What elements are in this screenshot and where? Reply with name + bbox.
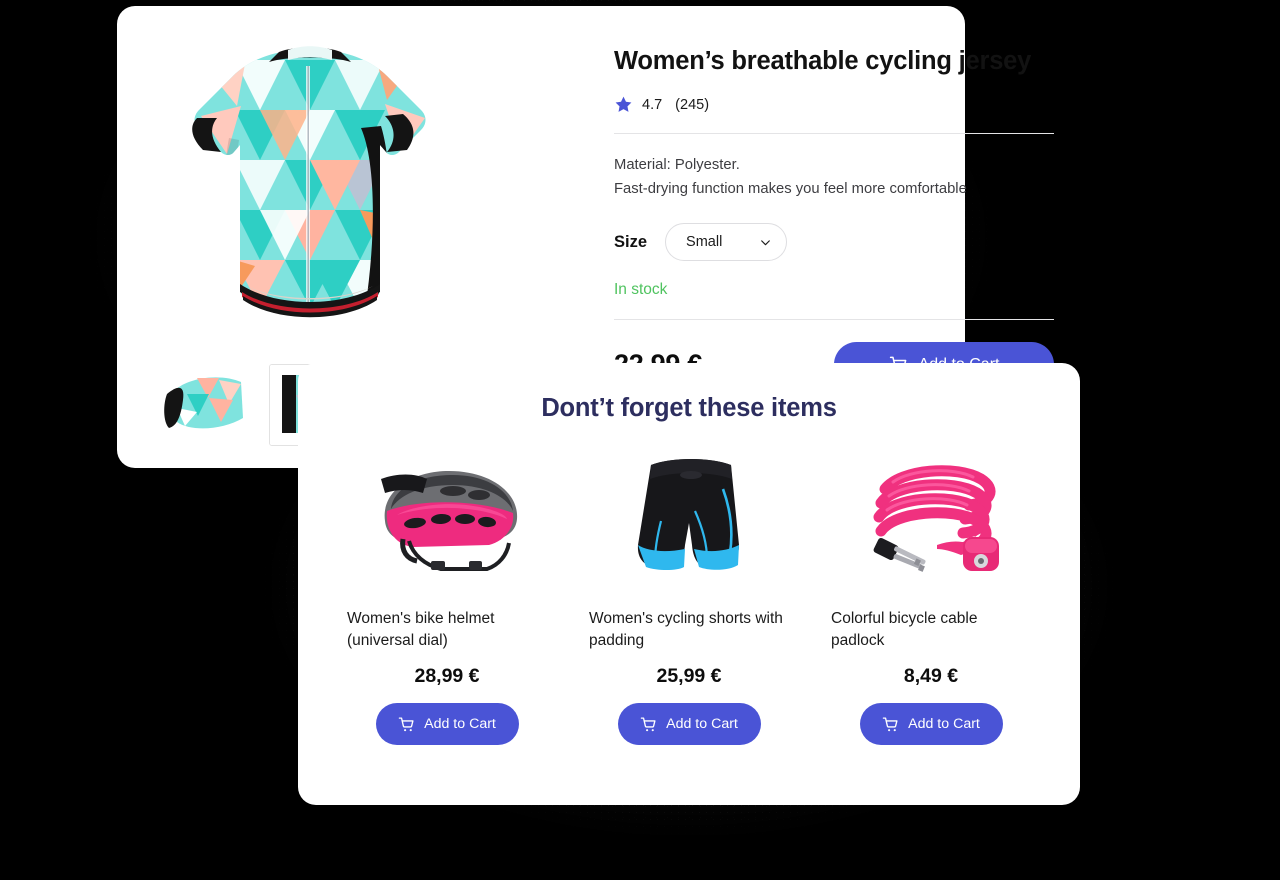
size-label: Size — [614, 232, 648, 251]
recommendation-item: Colorful bicycle cable padlock 8,49 € Ad… — [831, 449, 1031, 745]
spec-feature: Fast-drying function makes you feel more… — [614, 181, 967, 197]
product-image-padlock[interactable] — [841, 449, 1021, 589]
add-to-cart-label: Add to Cart — [666, 716, 738, 732]
add-to-cart-label: Add to Cart — [908, 716, 980, 732]
recommendations-grid: Women's bike helmet (universal dial) 28,… — [298, 449, 1080, 745]
product-image-shorts[interactable] — [599, 449, 779, 589]
recommendations-heading: Dont’t forget these items — [541, 394, 837, 422]
recommendation-name: Colorful bicycle cable padlock — [831, 610, 978, 649]
size-select-value: Small — [686, 234, 723, 250]
add-to-cart-button[interactable]: Add to Cart — [859, 703, 1003, 745]
add-to-cart-button[interactable]: Add to Cart — [375, 703, 519, 745]
product-image-helmet[interactable] — [357, 449, 537, 589]
recommendation-price: 25,99 € — [656, 665, 722, 687]
chevron-down-icon — [761, 239, 770, 245]
add-to-cart-label: Add to Cart — [424, 716, 496, 732]
rating-value: 4.7 — [642, 96, 663, 113]
star-icon — [615, 96, 632, 112]
rating-count: (245) — [675, 96, 710, 113]
divider — [614, 319, 1054, 320]
size-selector-row: Size Small — [614, 223, 1054, 261]
screenshot-stage: Women’s breathable cycling jersey 4.7 (2… — [0, 0, 1280, 880]
cart-icon — [398, 716, 414, 731]
spec-material: Material: Polyester. — [614, 157, 740, 173]
page-title: Women’s breathable cycling jersey — [614, 47, 1032, 75]
recommendation-price: 8,49 € — [903, 665, 959, 687]
product-specs: Material: Polyester. Fast-drying functio… — [614, 153, 1054, 201]
recommendations-card: Dont’t forget these items Women's bike h… — [298, 363, 1080, 805]
recommendation-name: Women's bike helmet (universal dial) — [347, 610, 495, 649]
cart-icon — [882, 716, 898, 731]
recommendation-item: Women's cycling shorts with padding 25,9… — [589, 449, 789, 745]
recommendation-price: 28,99 € — [414, 665, 480, 687]
cart-icon — [640, 716, 656, 731]
divider — [614, 133, 1054, 134]
add-to-cart-button[interactable]: Add to Cart — [617, 703, 761, 745]
thumbnail-item[interactable] — [157, 364, 251, 446]
recommendation-name: Women's cycling shorts with padding — [589, 610, 783, 649]
size-select[interactable]: Small — [665, 223, 788, 261]
recommendation-item: Women's bike helmet (universal dial) 28,… — [347, 449, 547, 745]
stock-status: In stock — [614, 281, 668, 298]
product-main-image[interactable] — [175, 40, 445, 330]
rating: 4.7 (245) — [614, 95, 1054, 114]
product-info: Women’s breathable cycling jersey 4.7 (2… — [614, 6, 1054, 387]
